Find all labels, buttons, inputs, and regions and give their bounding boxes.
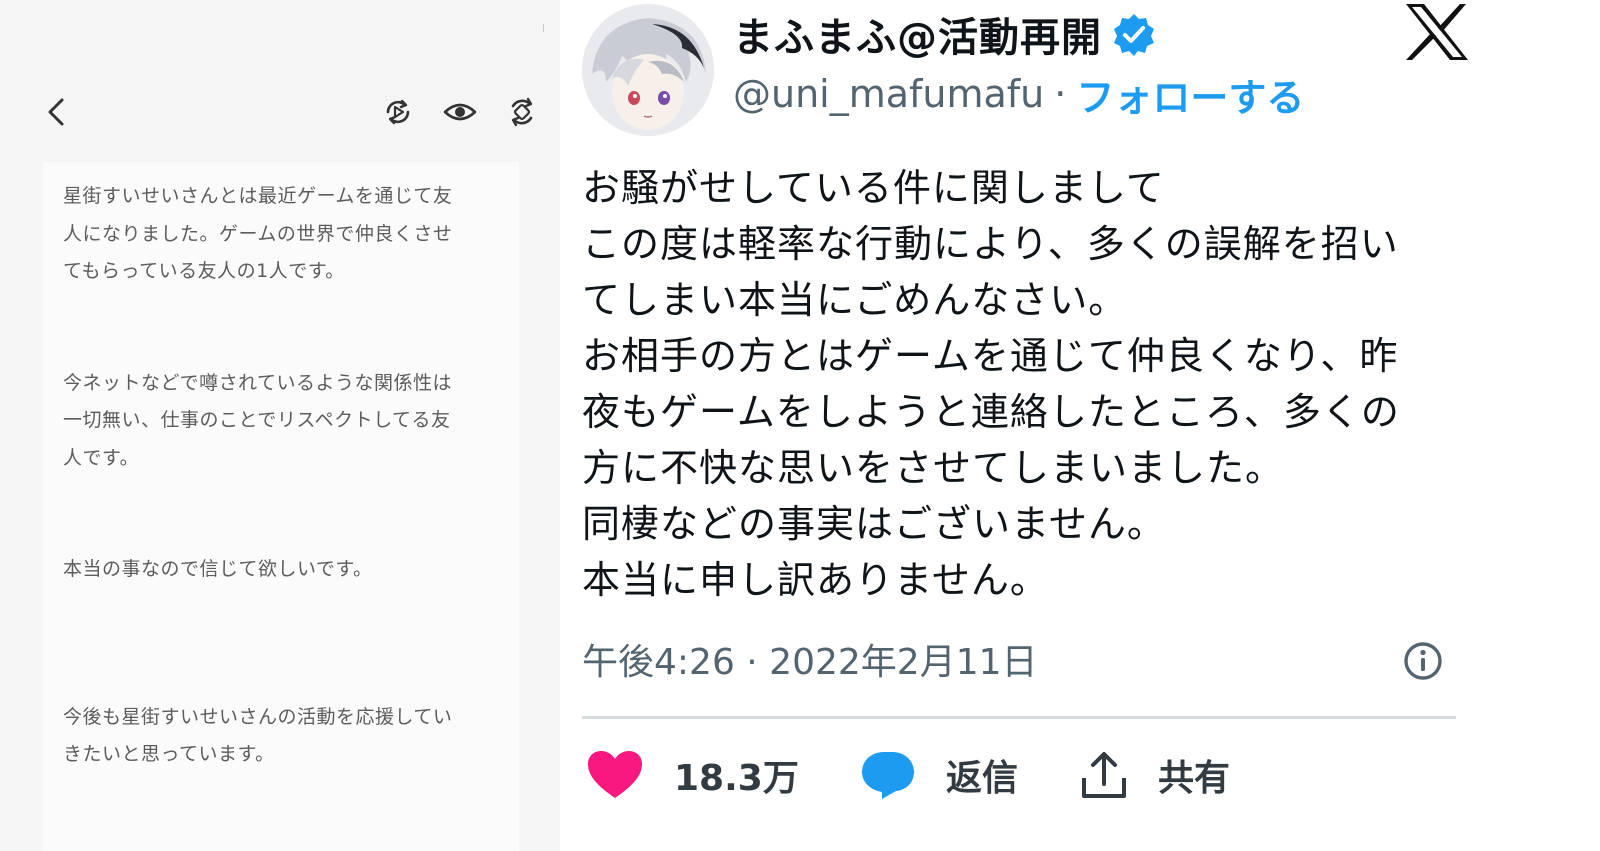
memo-paragraph: 本当の事なので信じて欲しいです。	[63, 551, 493, 589]
memo-line: 今ネットなどで噂されているような関係性は	[63, 371, 453, 394]
memo-note: 星街すいせいさんとは最近ゲームを通じて友 人になりました。ゲームの世界で仲良くさ…	[43, 162, 519, 851]
handle-row: @uni_mafumafu · フォローする	[733, 68, 1304, 120]
avatar-image	[582, 4, 714, 136]
tweet-card: まふまふ@活動再開 @uni_mafumafu · フォローする お騒がせしてい…	[560, 0, 1600, 851]
memo-line: 星街すいせいさんとは最近ゲームを通じて友	[63, 185, 453, 207]
memo-line: 人になりました。ゲームの世界で仲良くさせ	[63, 222, 453, 245]
tweet-line: この度は軽率な行動により、多くの誤解を招い	[582, 222, 1399, 266]
share-upload-icon	[1082, 752, 1126, 798]
screenshot-composite: 星街すいせいさんとは最近ゲームを通じて友 人になりました。ゲームの世界で仲良くさ…	[0, 0, 1600, 851]
info-icon[interactable]	[1402, 640, 1444, 682]
memo-toolbar	[30, 88, 540, 136]
tweet-actions: 18.3万 返信 共有	[582, 740, 1482, 810]
tweet-line: 本当に申し訳ありません。	[582, 558, 1049, 602]
display-name[interactable]: まふまふ@活動再開	[733, 5, 1102, 63]
reply-label: 返信	[946, 758, 1019, 799]
handle[interactable]: @uni_mafumafu	[733, 72, 1044, 116]
share-button[interactable]: 共有	[1080, 740, 1230, 810]
share-label: 共有	[1158, 758, 1231, 799]
rotate-icon[interactable]	[504, 94, 540, 130]
memo-line: きたいと思っています。	[63, 743, 275, 765]
heart-icon	[588, 751, 642, 798]
memo-line: 今後も星街すいせいさんの活動を応援してい	[63, 705, 453, 728]
like-button[interactable]: 18.3万	[586, 740, 799, 810]
tweet-line: お相手の方とはゲームを通じて仲良くなり、昨	[582, 334, 1399, 378]
tweet-line: てしまい本当にごめんなさい。	[582, 278, 1128, 322]
author-row: まふまふ@活動再開	[733, 4, 1156, 64]
eye-icon[interactable]	[442, 94, 478, 130]
memo-line: 一切無い、仕事のことでリスペクトしてる友	[63, 409, 451, 431]
memo-line: 人です。	[63, 446, 140, 469]
reply-button[interactable]: 返信	[860, 740, 1018, 810]
memo-paragraph: 今後も星街すいせいさんの活動を応援してい きたいと思っています。	[63, 699, 493, 774]
memo-toolbar-actions	[380, 94, 540, 130]
separator: ·	[1054, 72, 1067, 116]
follow-button[interactable]: フォローする	[1076, 67, 1304, 122]
memo-paragraph: 星街すいせいさんとは最近ゲームを通じて友 人になりました。ゲームの世界で仲良くさ…	[63, 178, 493, 291]
memo-line: てもらっている友人の1人です。	[63, 260, 345, 282]
x-logo-icon[interactable]	[1404, 2, 1470, 62]
tweet-line: 夜もゲームをしようと連絡したところ、多くの	[582, 390, 1400, 434]
tweet-line: 同棲などの事実はございません。	[582, 502, 1166, 546]
back-icon[interactable]	[38, 94, 74, 130]
avatar[interactable]	[582, 4, 714, 136]
timestamp[interactable]: 午後4:26 · 2022年2月11日	[582, 633, 1038, 685]
like-count: 18.3万	[674, 758, 799, 799]
tweet-line: 方に不快な思いをさせてしまいました。	[582, 446, 1285, 490]
reply-bubble-icon	[862, 752, 914, 799]
verified-badge-icon	[1114, 14, 1154, 56]
play-loop-icon[interactable]	[380, 94, 416, 130]
memo-paragraph: 今ネットなどで噂されているような関係性は 一切無い、仕事のことでリスペクトしてる…	[63, 365, 493, 478]
memo-panel: 星街すいせいさんとは最近ゲームを通じて友 人になりました。ゲームの世界で仲良くさ…	[0, 0, 560, 851]
tweet-text: お騒がせしている件に関しまして この度は軽率な行動により、多くの誤解を招い てし…	[582, 160, 1462, 608]
tweet-line: お騒がせしている件に関しまして	[582, 166, 1165, 210]
memo-line: 本当の事なので信じて欲しいです。	[63, 558, 373, 580]
divider	[582, 716, 1456, 719]
divider-mark	[543, 24, 544, 32]
